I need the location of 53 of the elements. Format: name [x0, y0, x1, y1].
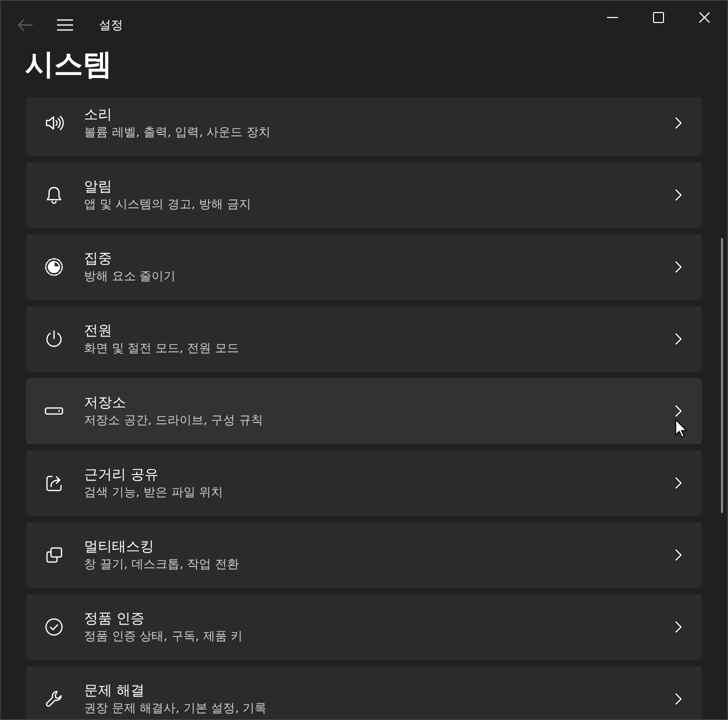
setting-title: 전원 [84, 322, 112, 340]
check-circle-icon [44, 617, 64, 637]
chevron-right-icon [674, 549, 682, 561]
scrollbar-thumb[interactable] [721, 238, 723, 513]
settings-row[interactable]: 저장소 저장소 공간, 드라이브, 구성 규칙 [26, 378, 702, 444]
setting-description: 창 끌기, 데스크톱, 작업 전환 [84, 556, 239, 572]
chevron-right-icon [674, 693, 682, 705]
settings-row[interactable]: 정품 인증 정품 인증 상태, 구독, 제품 키 [26, 594, 702, 660]
setting-description: 앱 및 시스템의 경고, 방해 금지 [84, 196, 251, 212]
chevron-right-icon [674, 261, 682, 273]
settings-row[interactable]: 집중 방해 요소 줄이기 [26, 234, 702, 300]
setting-description: 방해 요소 줄이기 [84, 268, 176, 284]
setting-title: 문제 해결 [84, 682, 144, 700]
setting-title: 정품 인증 [84, 610, 144, 628]
chevron-right-icon [674, 405, 682, 417]
setting-title: 근거리 공유 [84, 466, 158, 484]
settings-row[interactable]: 문제 해결 권장 문제 해결사, 기본 설정, 기록 [26, 666, 702, 719]
settings-row[interactable]: 근거리 공유 검색 기능, 받은 파일 위치 [26, 450, 702, 516]
setting-description: 권장 문제 해결사, 기본 설정, 기록 [84, 700, 267, 716]
setting-description: 검색 기능, 받은 파일 위치 [84, 484, 224, 500]
settings-row[interactable]: 전원 화면 및 절전 모드, 전원 모드 [26, 306, 702, 372]
page-title: 시스템 [25, 49, 112, 79]
chevron-right-icon [674, 477, 682, 489]
setting-description: 화면 및 절전 모드, 전원 모드 [84, 340, 239, 356]
setting-description: 정품 인증 상태, 구독, 제품 키 [84, 628, 243, 644]
minimize-icon [606, 16, 618, 18]
settings-row[interactable]: 소리 볼륨 레벨, 출력, 입력, 사운드 장치 [26, 97, 702, 156]
focus-icon [44, 257, 64, 277]
chevron-right-icon [674, 333, 682, 345]
window-title: 설정 [99, 16, 123, 34]
speaker-icon [44, 113, 64, 133]
setting-description: 저장소 공간, 드라이브, 구성 규칙 [84, 412, 263, 428]
power-icon [44, 329, 64, 349]
setting-title: 알림 [84, 178, 112, 196]
wrench-icon [44, 689, 64, 709]
share-icon [44, 473, 64, 493]
mouse-pointer-icon [675, 419, 687, 438]
menu-icon [57, 19, 73, 31]
chevron-right-icon [674, 189, 682, 201]
setting-description: 볼륨 레벨, 출력, 입력, 사운드 장치 [84, 124, 271, 140]
settings-row[interactable]: 알림 앱 및 시스템의 경고, 방해 금지 [26, 162, 702, 228]
chevron-right-icon [674, 621, 682, 633]
bell-icon [44, 185, 64, 205]
settings-row[interactable]: 멀티태스킹 창 끌기, 데스크톱, 작업 전환 [26, 522, 702, 588]
setting-title: 소리 [84, 106, 112, 124]
close-icon [698, 12, 710, 22]
windows-stack-icon [44, 545, 64, 565]
setting-title: 멀티태스킹 [84, 538, 154, 556]
back-arrow-icon [17, 18, 33, 32]
maximize-icon [652, 12, 664, 22]
setting-title: 집중 [84, 250, 112, 268]
chevron-right-icon [674, 117, 682, 129]
setting-title: 저장소 [84, 394, 126, 412]
